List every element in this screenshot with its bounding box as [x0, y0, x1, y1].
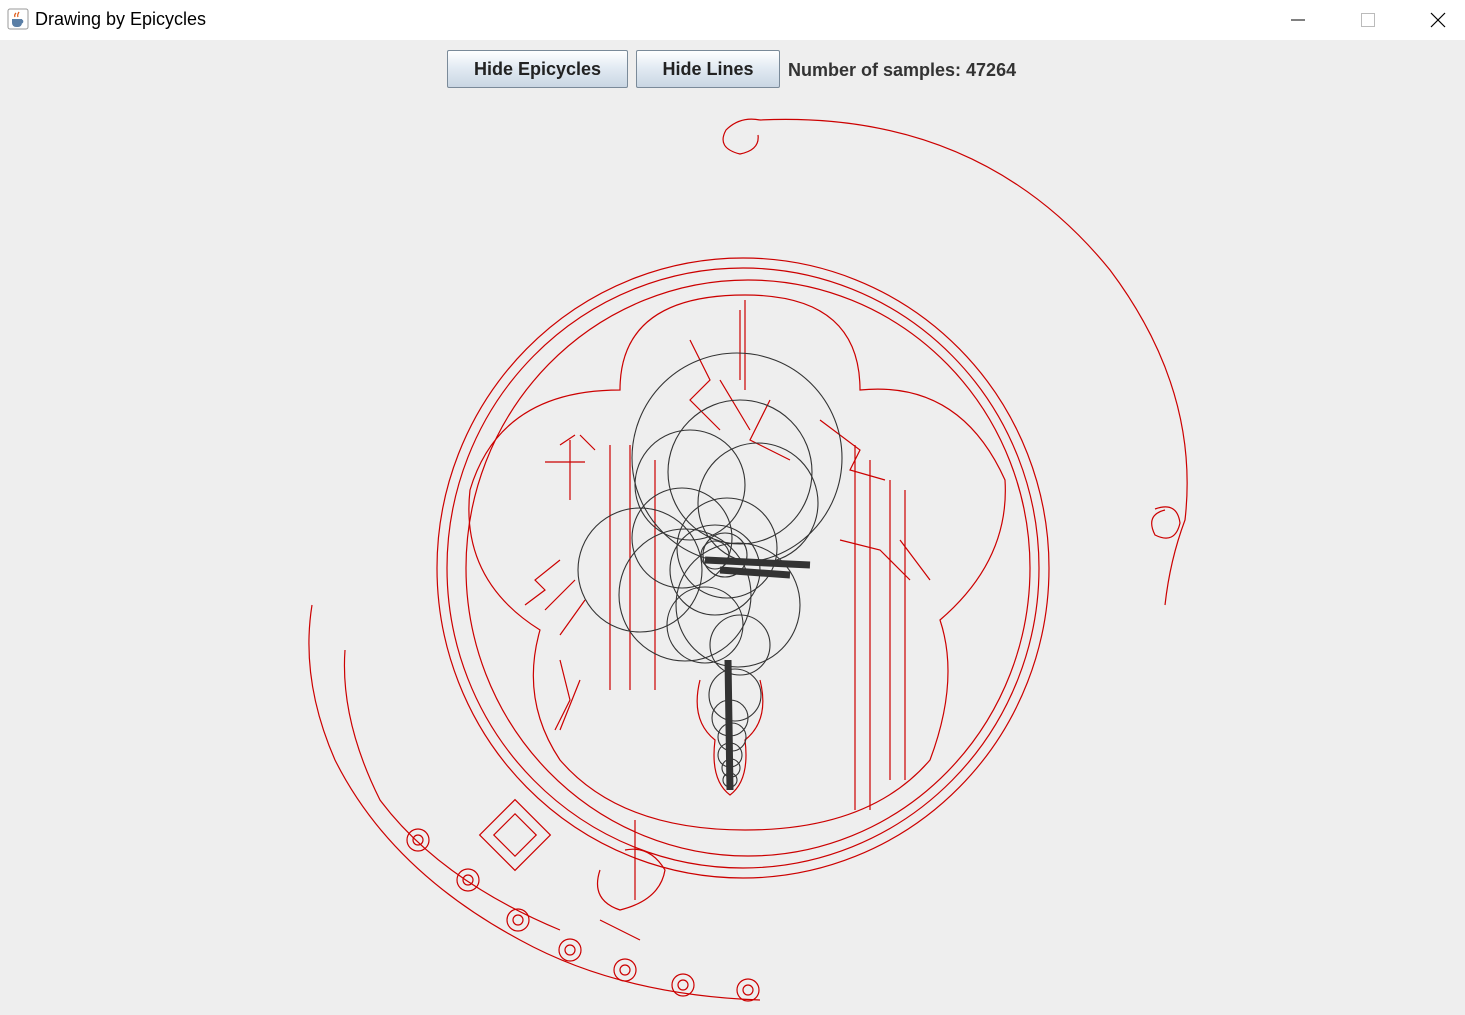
column-left	[609, 445, 656, 690]
epicycle-circle	[577, 507, 703, 633]
outer-spiral-top	[722, 118, 761, 155]
epicycle-circle	[709, 614, 771, 676]
band-spiral	[462, 874, 474, 886]
band-spiral	[406, 828, 430, 852]
minimize-button[interactable]	[1263, 0, 1333, 40]
band-spiral	[506, 908, 530, 932]
band-spiral	[742, 984, 754, 996]
samples-count-label: Number of samples: 47264	[788, 60, 1017, 80]
band-spiral	[512, 914, 524, 926]
epicycle-radius-cluster	[704, 556, 811, 791]
lower-ornament	[596, 820, 666, 941]
hide-epicycles-button[interactable]: Hide Epicycles	[447, 50, 628, 88]
seal-square	[478, 798, 552, 872]
java-cup-icon	[7, 8, 29, 30]
close-icon	[1430, 12, 1446, 28]
band-spiral	[564, 944, 576, 956]
minimize-icon	[1291, 19, 1305, 21]
hide-lines-button[interactable]: Hide Lines	[636, 50, 780, 88]
outer-arc-left	[308, 604, 761, 1001]
epicycle-circle	[631, 487, 733, 589]
maximize-icon	[1361, 13, 1375, 27]
epicycle-circle	[697, 442, 819, 564]
band-spiral	[613, 958, 637, 982]
close-button[interactable]	[1403, 0, 1465, 40]
window-title: Drawing by Epicycles	[35, 9, 207, 29]
epicycle-circle	[666, 586, 744, 664]
maximize-button[interactable]	[1333, 0, 1403, 40]
drawing-canvas	[308, 118, 1188, 1002]
outer-arc-right	[759, 118, 1188, 606]
outer-spiral-right	[1151, 506, 1181, 539]
epicycle-circle	[667, 399, 813, 545]
seal-square-inner	[492, 812, 538, 858]
band-spiral	[412, 834, 424, 846]
column-center	[739, 300, 746, 390]
band-spiral	[456, 868, 480, 892]
epicycle-circle	[708, 668, 762, 722]
band-spiral	[619, 964, 631, 976]
band-spiral	[736, 978, 760, 1002]
epicycles	[577, 352, 843, 791]
band-spiral	[558, 938, 582, 962]
drawing-panel: Hide Epicycles Hide Lines Number of samp…	[0, 40, 1465, 1015]
title-bar: Drawing by Epicycles	[0, 0, 1465, 40]
small-figure	[545, 434, 596, 500]
band-spiral	[677, 979, 689, 991]
column-right	[854, 445, 906, 810]
outer-arc-left-inner	[343, 649, 561, 931]
